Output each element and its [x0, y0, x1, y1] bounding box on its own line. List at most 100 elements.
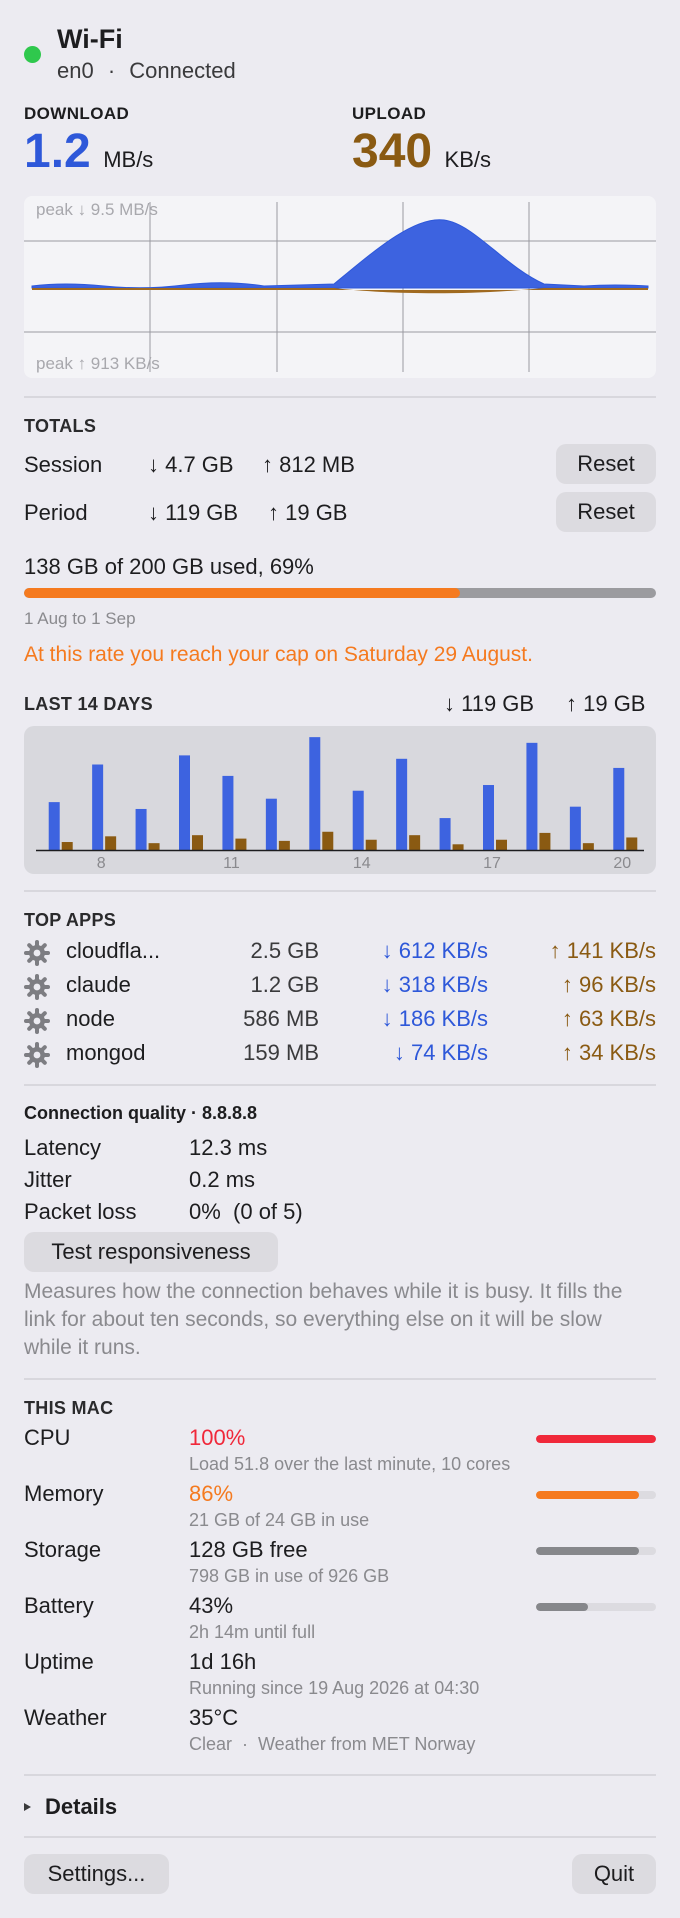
download-bar: [396, 758, 408, 850]
upload-bar: [61, 842, 73, 850]
storage-level-bar: [536, 1547, 656, 1555]
page-title: Wi-Fi: [57, 24, 123, 54]
download-bar: [613, 767, 625, 850]
upload-area: [32, 288, 648, 294]
divider: [24, 1774, 656, 1776]
app-upload-rate: ↑ 63 KB/s: [561, 1006, 656, 1031]
test-responsiveness-button[interactable]: Test responsiveness: [24, 1232, 278, 1272]
upload-bar: [452, 844, 464, 850]
packet-loss-label: Packet loss: [24, 1199, 137, 1224]
disclosure-triangle-icon: [24, 1803, 31, 1811]
memory-level-bar: [536, 1491, 656, 1499]
divider: [24, 1378, 656, 1380]
upload-bar: [365, 839, 377, 850]
upload-number: 340: [352, 125, 433, 178]
app-upload-rate: ↑ 141 KB/s: [549, 938, 656, 963]
interface-status: en0 · Connected: [57, 58, 236, 84]
download-bar: [265, 798, 277, 850]
download-bar: [483, 785, 494, 850]
download-label: DOWNLOAD: [24, 104, 130, 123]
app-upload-rate: ↑ 34 KB/s: [561, 1040, 656, 1065]
app-upload-rate: ↑ 96 KB/s: [561, 972, 656, 997]
app-download-rate: ↓ 318 KB/s: [381, 972, 488, 997]
memory-value: 86%: [189, 1481, 234, 1506]
daily-bar-chart: 8 11 14 17 20: [24, 726, 656, 874]
gear-icon: [24, 974, 50, 1000]
peak-download-label: peak ↓ 9.5 MB/s: [36, 200, 158, 219]
battery-level-bar: [536, 1603, 656, 1611]
upload-bar: [322, 831, 334, 850]
last14-down-total: ↓ 119 GB: [444, 691, 535, 716]
divider: [24, 396, 656, 398]
details-label: Details: [45, 1794, 118, 1819]
latency-label: Latency: [24, 1135, 102, 1160]
cap-warning: At this rate you reach your cap on Satur…: [24, 643, 533, 666]
app-download-rate: ↓ 186 KB/s: [381, 1006, 488, 1031]
download-bar: [92, 764, 104, 850]
uptime-value: 1d 16h: [189, 1649, 257, 1674]
battery-detail: 2h 14m until full: [189, 1622, 316, 1642]
quit-button[interactable]: Quit: [572, 1854, 656, 1894]
daily-chart-svg: 8 11 14 17 20: [36, 737, 644, 872]
upload-bar: [496, 839, 507, 850]
battery-level-fill: [536, 1603, 588, 1611]
details-disclosure[interactable]: Details: [24, 1792, 117, 1822]
session-down: ↓ 4.7 GB: [148, 452, 234, 477]
x-tick-label: 8: [97, 855, 106, 872]
upload-bar: [148, 843, 160, 850]
x-tick-label: 14: [353, 855, 371, 872]
period-up: ↑ 19 GB: [268, 500, 348, 525]
weather-label: Weather: [24, 1705, 107, 1730]
last14-up-total: ↑ 19 GB: [566, 691, 646, 716]
app-name: claude: [66, 972, 131, 997]
period-down: ↓ 119 GB: [148, 500, 239, 525]
uptime-detail: Running since 19 Aug 2026 at 04:30: [189, 1678, 480, 1698]
gear-icon: [24, 940, 50, 966]
gear-icon: [24, 1042, 50, 1068]
upload-label: UPLOAD: [352, 104, 427, 123]
connection-status: Connected: [129, 58, 236, 83]
app-total: 2.5 GB: [250, 938, 319, 963]
quality-title: Connection quality · 8.8.8.8: [24, 1103, 258, 1123]
download-number: 1.2: [24, 125, 91, 178]
x-tick-label: 17: [483, 855, 501, 872]
download-bar: [569, 806, 581, 850]
uptime-label: Uptime: [24, 1649, 94, 1674]
upload-value: 340 KB/s: [352, 124, 491, 179]
download-bar: [526, 742, 538, 850]
cpu-value: 100%: [189, 1425, 246, 1450]
upload-unit: KB/s: [444, 147, 492, 172]
usage-progress-fill: [24, 588, 461, 598]
usage-progress-bar: [24, 588, 656, 598]
weather-detail: Clear · Weather from MET Norway: [189, 1734, 476, 1754]
upload-bar: [278, 840, 290, 850]
upload-bar: [105, 836, 117, 850]
download-value: 1.2 MB/s: [24, 124, 153, 179]
app-total: 159 MB: [243, 1040, 319, 1065]
download-bar: [222, 775, 234, 850]
x-tick-label: 20: [613, 855, 631, 872]
settings-button[interactable]: Settings...: [24, 1854, 169, 1894]
gear-icon: [24, 1008, 50, 1034]
reset-period-button[interactable]: Reset: [556, 492, 656, 532]
upload-bar: [235, 838, 247, 850]
top-apps-title: TOP APPS: [24, 910, 117, 930]
download-bar: [179, 755, 190, 850]
upload-bar: [626, 837, 638, 850]
last14-title: LAST 14 DAYS: [24, 694, 153, 714]
period-label: Period: [24, 500, 88, 525]
cpu-level-bar: [536, 1435, 656, 1443]
reset-session-button[interactable]: Reset: [556, 444, 656, 484]
session-label: Session: [24, 452, 103, 477]
upload-bar: [539, 832, 551, 850]
interface-name: en0: [57, 58, 94, 83]
jitter-label: Jitter: [24, 1167, 72, 1192]
live-graph-svg: [24, 202, 656, 372]
live-throughput-graph: peak ↓ 9.5 MB/s peak ↑ 913 KB/s: [24, 196, 656, 378]
packet-loss-value: 0% (0 of 5): [189, 1199, 303, 1224]
battery-label: Battery: [24, 1593, 94, 1618]
app-name: node: [66, 1006, 115, 1031]
this-mac-title: THIS MAC: [24, 1398, 114, 1418]
upload-bar: [582, 843, 594, 850]
app-name: cloudfla...: [66, 938, 161, 963]
